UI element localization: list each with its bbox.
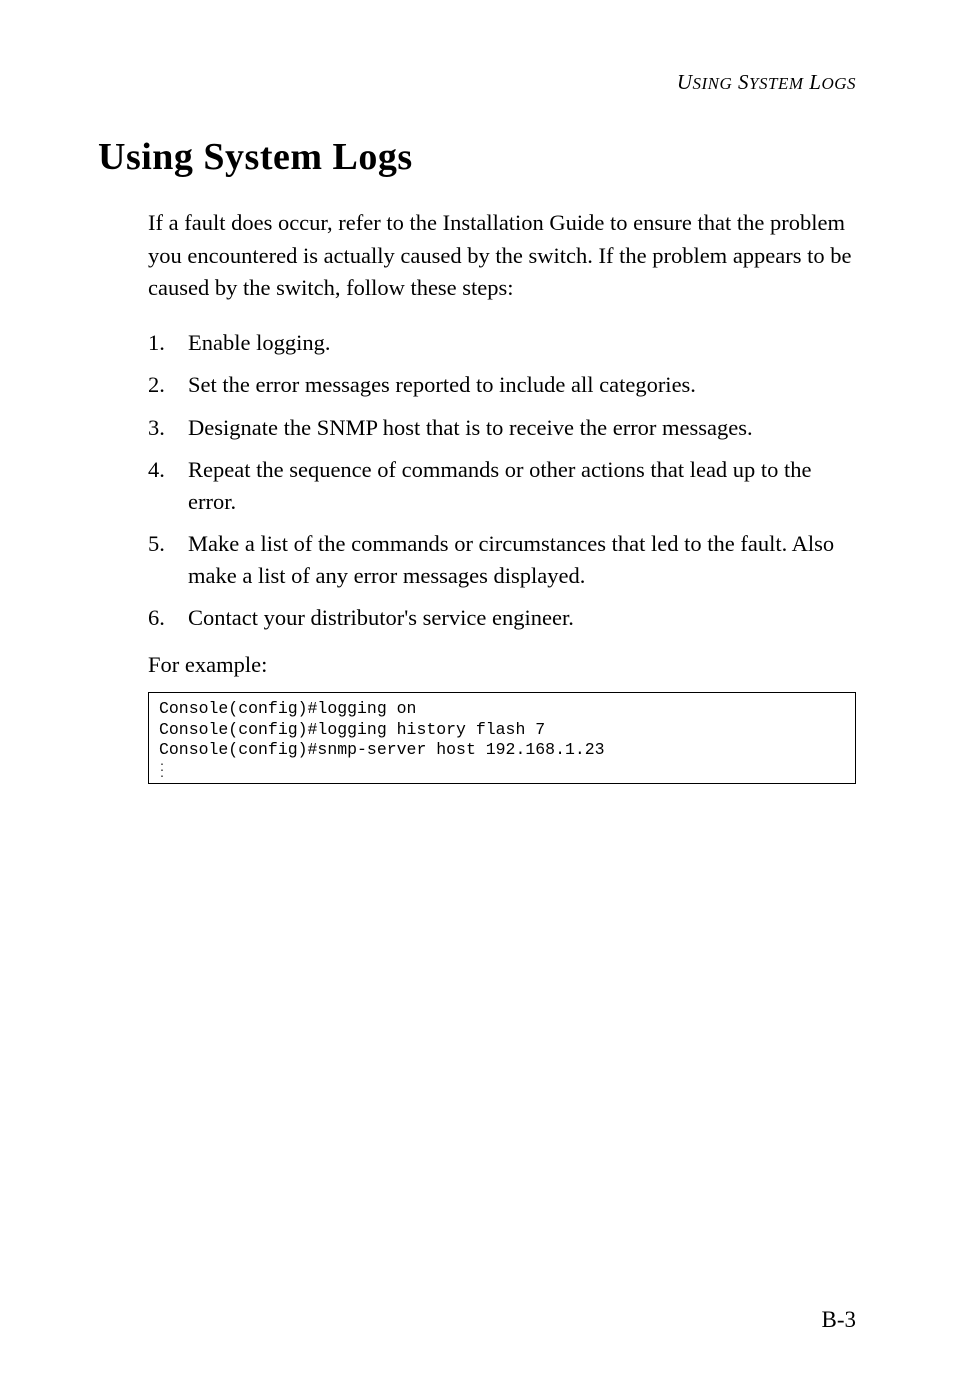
header-text: USING SYSTEM LOGS (677, 70, 856, 94)
running-header: USING SYSTEM LOGS (98, 70, 856, 95)
vertical-ellipsis-icon: . . . (159, 761, 845, 779)
code-line: Console(config)#snmp-server host 192.168… (159, 740, 605, 759)
step-item: Designate the SNMP host that is to recei… (148, 412, 856, 444)
intro-paragraph: If a fault does occur, refer to the Inst… (148, 207, 856, 305)
step-item: Set the error messages reported to inclu… (148, 369, 856, 401)
step-item: Repeat the sequence of commands or other… (148, 454, 856, 517)
code-line: Console(config)#logging on (159, 699, 416, 718)
example-label: For example: (148, 652, 856, 678)
page-number: B-3 (822, 1307, 857, 1333)
page-title: Using System Logs (98, 135, 856, 179)
code-line: Console(config)#logging history flash 7 (159, 720, 545, 739)
steps-list: Enable logging. Set the error messages r… (148, 327, 856, 634)
step-item: Make a list of the commands or circumsta… (148, 528, 856, 591)
step-item: Enable logging. (148, 327, 856, 359)
step-item: Contact your distributor's service engin… (148, 602, 856, 634)
code-example: Console(config)#logging on Console(confi… (148, 692, 856, 784)
